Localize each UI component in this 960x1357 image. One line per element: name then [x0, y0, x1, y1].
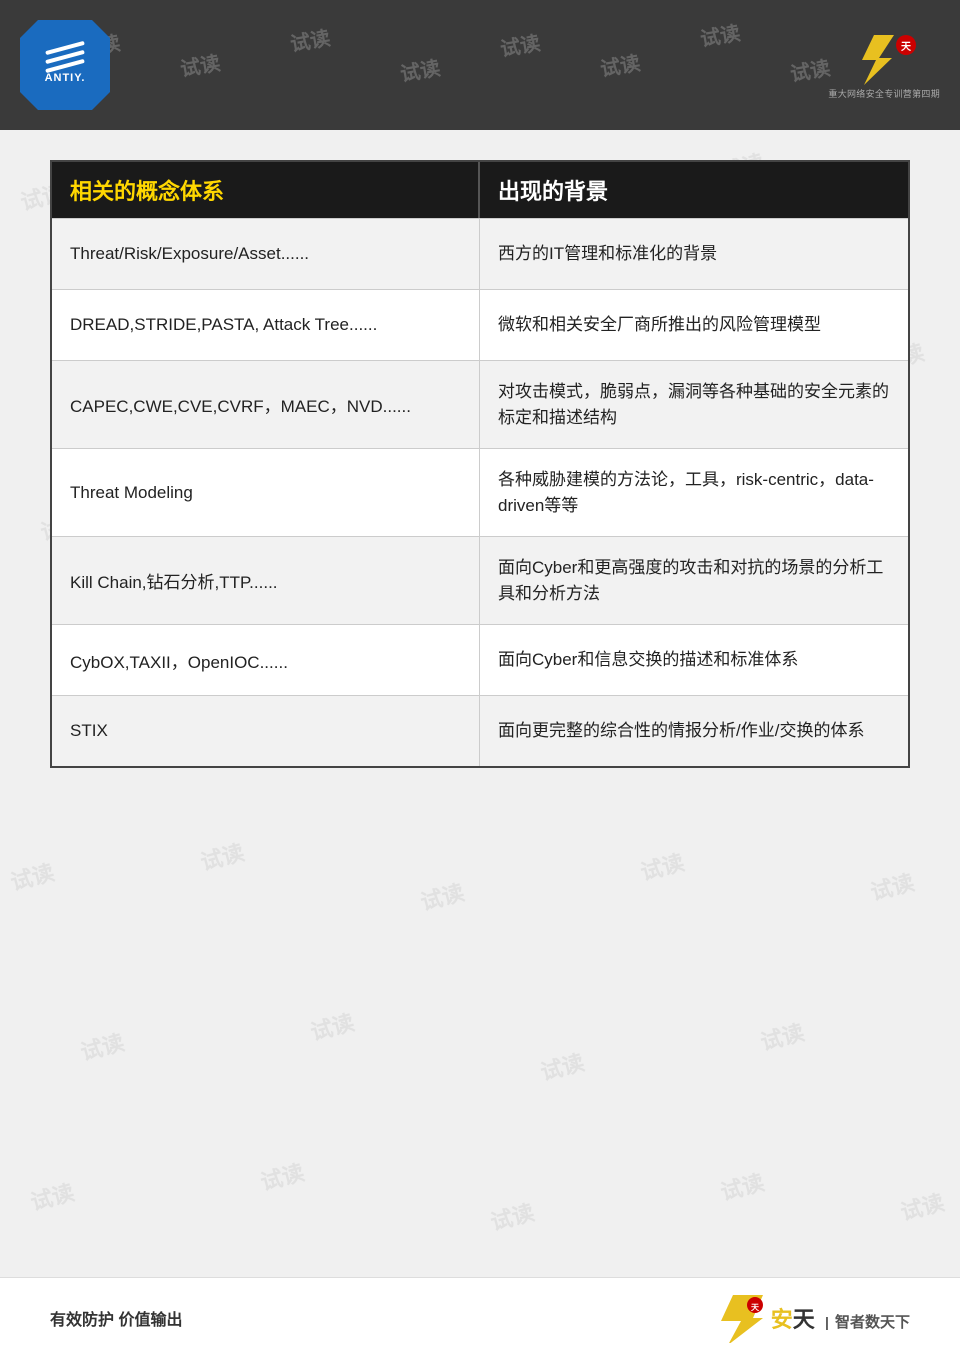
logo-text: ANTIY. [45, 72, 86, 84]
h-watermark-3: 试读 [288, 22, 332, 58]
cell-left-4: Kill Chain,钻石分析,TTP...... [52, 537, 480, 624]
body-watermark-30: 试读 [257, 1155, 308, 1197]
body-watermark-33: 试读 [897, 1185, 948, 1227]
body-watermark-23: 试读 [637, 845, 688, 887]
footer-logo-icon: 天 [713, 1293, 763, 1343]
body-watermark-24: 试读 [867, 865, 918, 907]
body-watermark-25: 试读 [77, 1025, 128, 1067]
cell-right-1: 微软和相关安全厂商所推出的风险管理模型 [480, 290, 908, 360]
cell-left-0: Threat/Risk/Exposure/Asset...... [52, 219, 480, 289]
cell-right-0: 西方的IT管理和标准化的背景 [480, 219, 908, 289]
h-watermark-7: 试读 [698, 17, 742, 53]
svg-text:天: 天 [751, 1303, 760, 1312]
footer-logo-name: 安天 | 智者数天下 [771, 1302, 910, 1334]
col-right-header-text: 出现的背景 [498, 174, 608, 206]
footer-logo-name-wrapper: 安天 | 智者数天下 [771, 1302, 910, 1334]
table-row: STIX 面向更完整的综合性的情报分析/作业/交换的体系 [52, 695, 908, 766]
col-left-header: 相关的概念体系 [52, 162, 480, 218]
table-body: Threat/Risk/Exposure/Asset...... 西方的IT管理… [52, 218, 908, 766]
h-watermark-2: 试读 [178, 47, 222, 83]
footer: 有效防护 价值输出 天 安天 | 智者数天下 [0, 1277, 960, 1357]
body-watermark-20: 试读 [7, 855, 58, 897]
header-right-badge: 天 重大网络安全专训营第四期 [828, 30, 940, 100]
table-header-row: 相关的概念体系 出现的背景 [52, 162, 908, 218]
body-watermark-32: 试读 [717, 1165, 768, 1207]
cell-right-5: 面向Cyber和信息交换的描述和标准体系 [480, 625, 908, 695]
h-watermark-8: 试读 [788, 52, 832, 88]
h-watermark-4: 试读 [398, 52, 442, 88]
cell-left-6: STIX [52, 696, 480, 766]
table-row: Threat/Risk/Exposure/Asset...... 西方的IT管理… [52, 218, 908, 289]
footer-logo-sub: 智者数天下 [835, 1314, 910, 1331]
header-badge-bottom: 重大网络安全专训营第四期 [828, 87, 940, 100]
body-watermark-28: 试读 [757, 1015, 808, 1057]
body-watermark-27: 试读 [537, 1045, 588, 1087]
svg-text:天: 天 [901, 41, 912, 53]
table-row: Threat Modeling 各种威胁建模的方法论，工具，risk-centr… [52, 448, 908, 536]
table-row: CybOX,TAXII，OpenIOC...... 面向Cyber和信息交换的描… [52, 624, 908, 695]
h-watermark-6: 试读 [598, 47, 642, 83]
logo-lines [45, 46, 85, 68]
antiy-right-logo-svg: 天 [844, 30, 924, 85]
header-watermarks: 试读 试读 试读 试读 试读 试读 试读 试读 [0, 0, 960, 130]
table-row: CAPEC,CWE,CVE,CVRF，MAEC，NVD...... 对攻击模式，… [52, 360, 908, 448]
col-left-header-text: 相关的概念体系 [70, 174, 224, 206]
body-watermark-31: 试读 [487, 1195, 538, 1237]
cell-right-2: 对攻击模式，脆弱点，漏洞等各种基础的安全元素的标定和描述结构 [480, 361, 908, 448]
table-row: DREAD,STRIDE,PASTA, Attack Tree...... 微软… [52, 289, 908, 360]
cell-left-3: Threat Modeling [52, 449, 480, 536]
cell-right-4: 面向Cyber和更高强度的攻击和对抗的场景的分析工具和分析方法 [480, 537, 908, 624]
h-watermark-5: 试读 [498, 27, 542, 63]
cell-right-3: 各种威胁建模的方法论，工具，risk-centric，data-driven等等 [480, 449, 908, 536]
col-right-header: 出现的背景 [480, 162, 908, 218]
cell-left-5: CybOX,TAXII，OpenIOC...... [52, 625, 480, 695]
cell-right-6: 面向更完整的综合性的情报分析/作业/交换的体系 [480, 696, 908, 766]
table-row: Kill Chain,钻石分析,TTP...... 面向Cyber和更高强度的攻… [52, 536, 908, 624]
footer-text: 有效防护 价值输出 [50, 1306, 182, 1330]
main-content: 相关的概念体系 出现的背景 Threat/Risk/Exposure/Asset… [50, 160, 910, 768]
body-watermark-22: 试读 [417, 875, 468, 917]
body-watermark-26: 试读 [307, 1005, 358, 1047]
header: ANTIY. 试读 试读 试读 试读 试读 试读 试读 试读 天 重大网络安全专… [0, 0, 960, 130]
concept-table: 相关的概念体系 出现的背景 Threat/Risk/Exposure/Asset… [50, 160, 910, 768]
body-watermark-29: 试读 [27, 1175, 78, 1217]
body-watermark-21: 试读 [197, 835, 248, 877]
cell-left-2: CAPEC,CWE,CVE,CVRF，MAEC，NVD...... [52, 361, 480, 448]
cell-left-1: DREAD,STRIDE,PASTA, Attack Tree...... [52, 290, 480, 360]
antiy-logo: ANTIY. [20, 20, 110, 110]
footer-logo: 天 安天 | 智者数天下 [713, 1293, 910, 1343]
